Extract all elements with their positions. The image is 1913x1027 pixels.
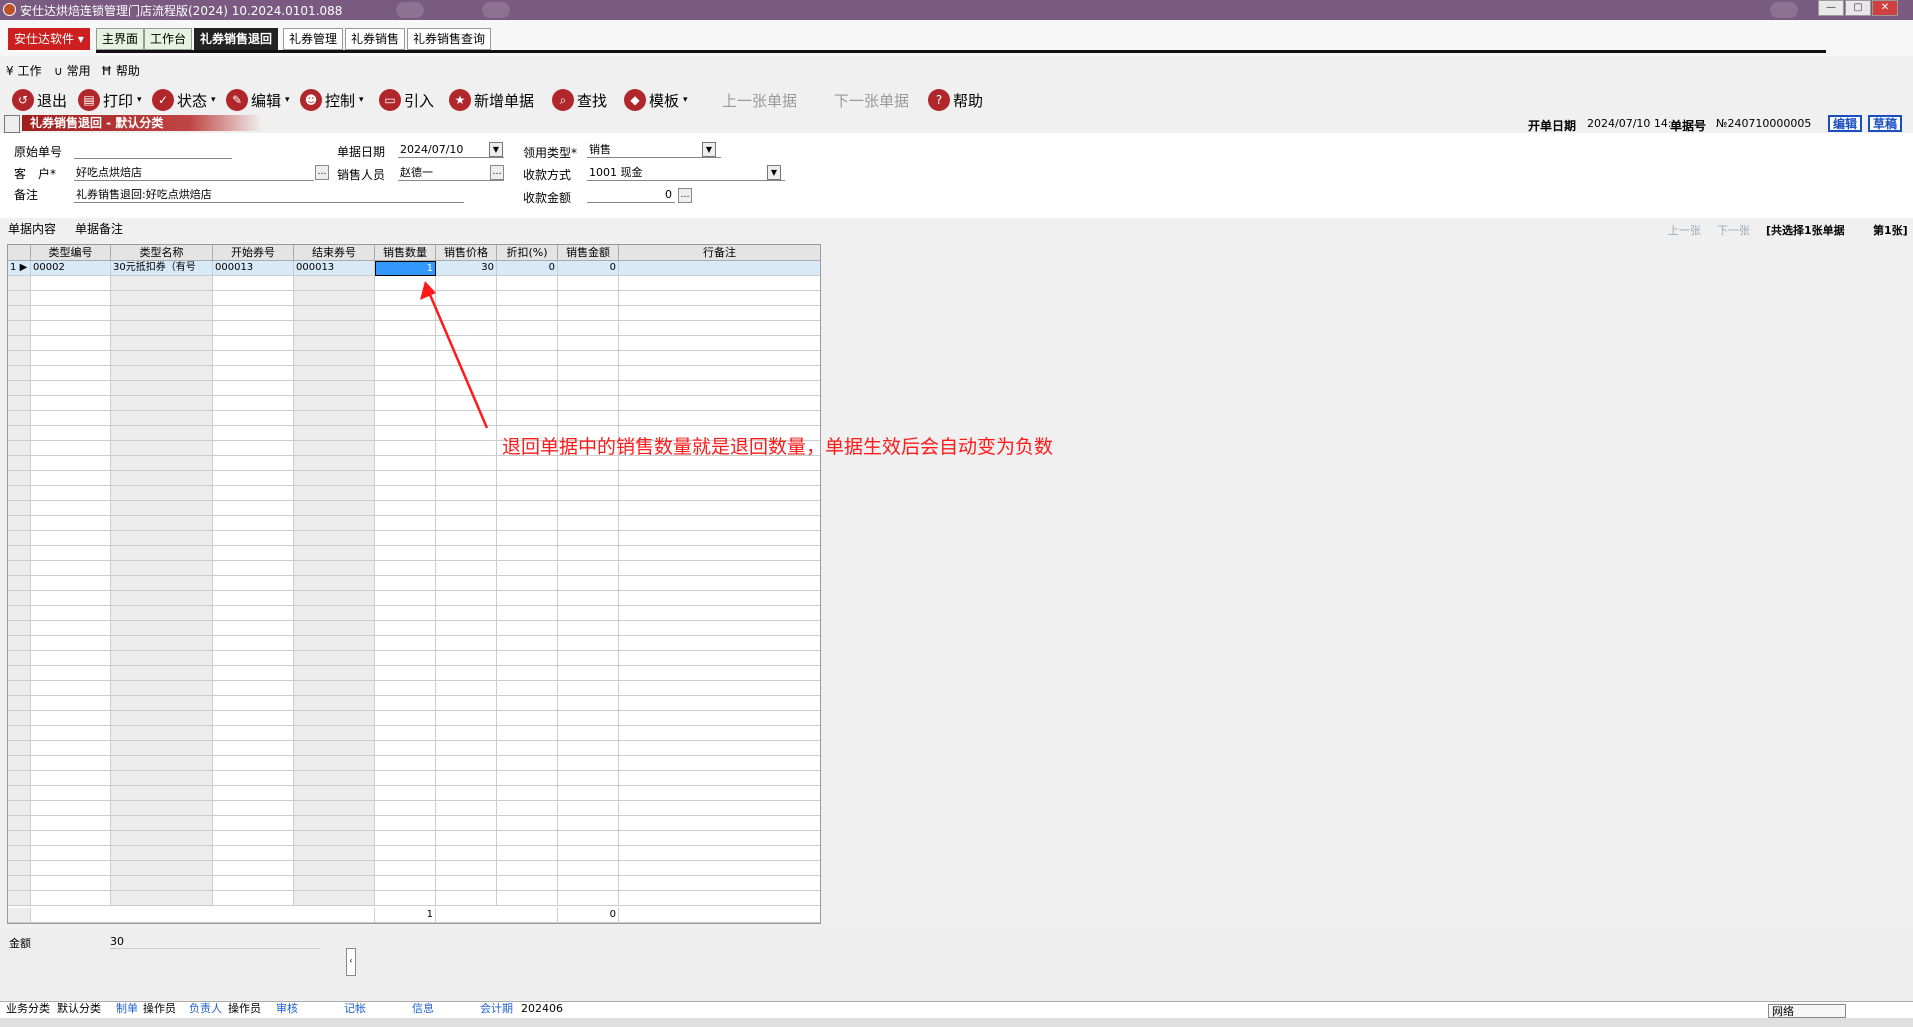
- splitter-handle[interactable]: ‹: [346, 948, 356, 976]
- status-owner-label: 负责人: [189, 1002, 222, 1015]
- footer-amount-value: 30: [110, 935, 320, 949]
- network-tooltip: 网络: [1768, 1004, 1846, 1018]
- status-period-label: 会计期: [480, 1002, 513, 1015]
- status-audit-label: 审核: [276, 1002, 298, 1015]
- footer-amount-label: 金额: [9, 937, 31, 950]
- status-maker-value: 操作员: [143, 1002, 176, 1015]
- status-biz-value: 默认分类: [57, 1002, 101, 1015]
- status-biz-label: 业务分类: [6, 1002, 50, 1015]
- annotation-text: 退回单据中的销售数量就是退回数量，单据生效后会自动变为负数: [502, 436, 1054, 458]
- status-owner-value: 操作员: [228, 1002, 261, 1015]
- status-maker-label: 制单: [116, 1002, 138, 1015]
- status-info-label: 信息: [412, 1002, 434, 1015]
- annotation-arrow: [420, 281, 489, 429]
- status-period-value: 202406: [521, 1002, 563, 1015]
- status-post-label: 记帐: [344, 1002, 366, 1015]
- bottom-strip: [0, 1018, 1913, 1027]
